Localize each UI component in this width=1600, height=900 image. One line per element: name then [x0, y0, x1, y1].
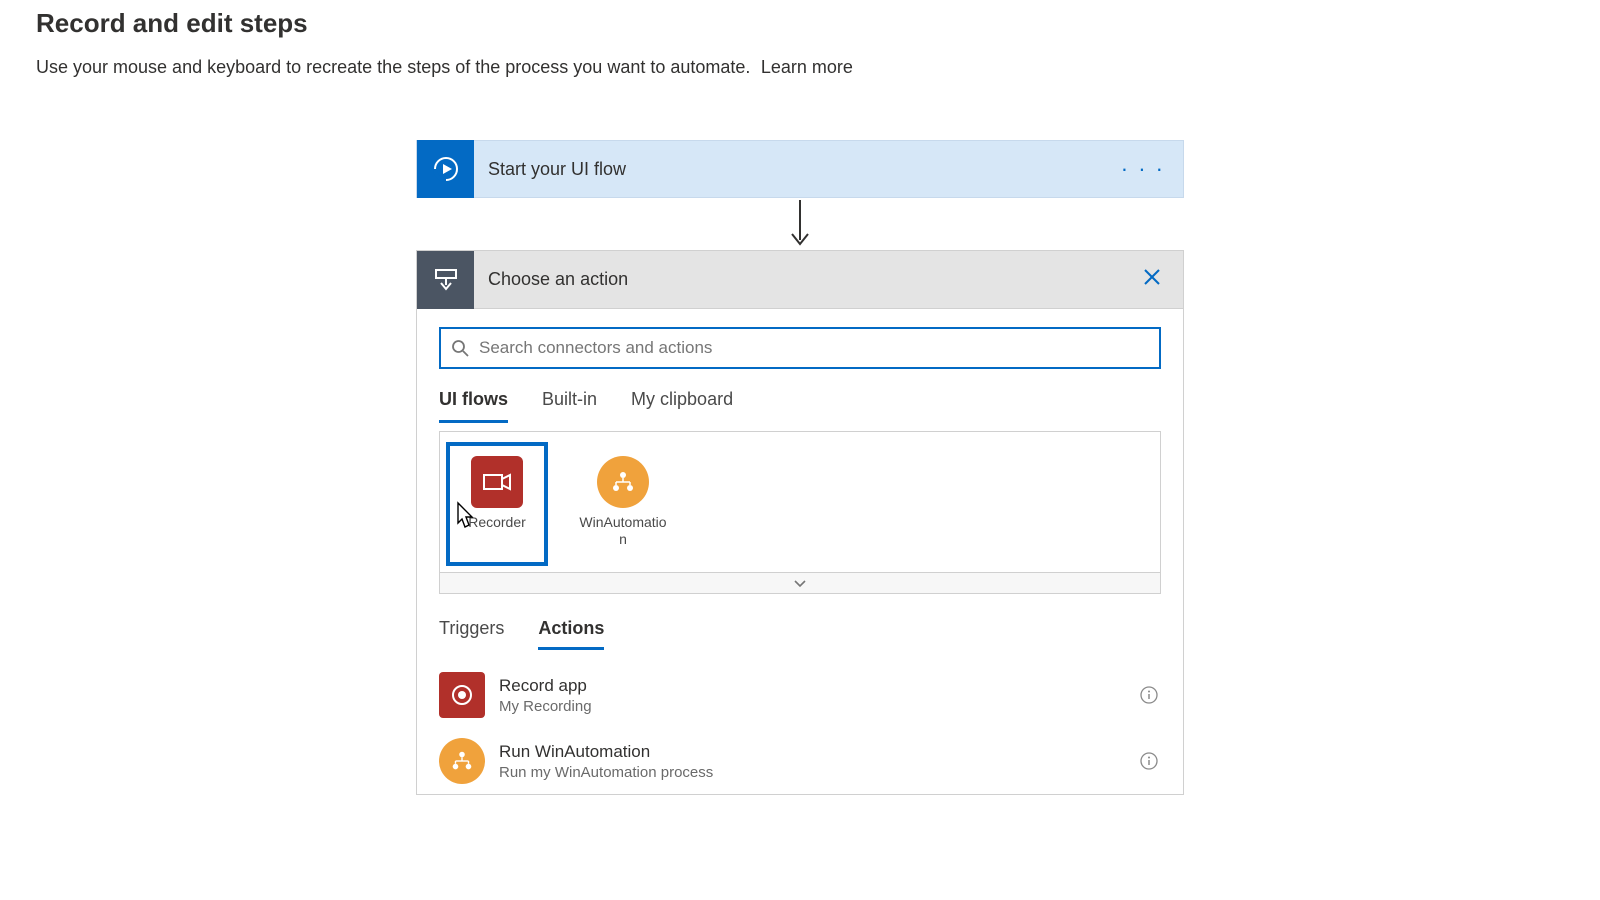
search-box[interactable]: [439, 327, 1161, 369]
more-options-button[interactable]: · · ·: [1103, 156, 1183, 182]
connector-label: Recorder: [450, 514, 544, 537]
choose-action-panel: Choose an action UI flows Built-in My cl…: [416, 250, 1184, 795]
page-subtitle: Use your mouse and keyboard to recreate …: [36, 57, 750, 77]
record-icon: [439, 672, 485, 718]
learn-more-link[interactable]: Learn more: [761, 57, 853, 77]
connector-winautomation[interactable]: WinAutomation: [576, 446, 670, 562]
action-subtitle: Run my WinAutomation process: [499, 764, 1137, 781]
start-flow-card[interactable]: Start your UI flow · · ·: [416, 140, 1184, 198]
info-icon: [1140, 686, 1158, 704]
expand-connectors-button[interactable]: [439, 572, 1161, 594]
action-subtitle: My Recording: [499, 698, 1137, 715]
tab-my-clipboard[interactable]: My clipboard: [631, 379, 733, 423]
camera-icon: [471, 456, 523, 508]
org-chart-icon: [597, 456, 649, 508]
action-run-winautomation[interactable]: Run WinAutomation Run my WinAutomation p…: [439, 728, 1161, 794]
action-step-icon: [417, 251, 474, 309]
action-title: Record app: [499, 676, 1137, 696]
subtab-actions[interactable]: Actions: [538, 610, 604, 650]
search-icon: [451, 339, 469, 357]
search-input[interactable]: [479, 338, 1149, 358]
tab-ui-flows[interactable]: UI flows: [439, 379, 508, 423]
info-button[interactable]: [1137, 752, 1161, 770]
choose-action-title: Choose an action: [474, 269, 1121, 290]
connector-label: WinAutomation: [576, 514, 670, 554]
action-title: Run WinAutomation: [499, 742, 1137, 762]
tab-built-in[interactable]: Built-in: [542, 379, 597, 423]
info-button[interactable]: [1137, 686, 1161, 704]
action-record-app[interactable]: Record app My Recording: [439, 662, 1161, 728]
page-title: Record and edit steps: [36, 8, 1564, 39]
connector-recorder[interactable]: Recorder: [450, 446, 544, 562]
chevron-down-icon: [793, 578, 807, 588]
flow-arrow-icon: [416, 198, 1184, 250]
start-flow-label: Start your UI flow: [474, 159, 1103, 180]
info-icon: [1140, 752, 1158, 770]
org-chart-icon: [439, 738, 485, 784]
close-button[interactable]: [1121, 268, 1183, 291]
record-play-icon: [417, 140, 474, 198]
close-icon: [1143, 268, 1161, 286]
subtab-triggers[interactable]: Triggers: [439, 610, 504, 650]
